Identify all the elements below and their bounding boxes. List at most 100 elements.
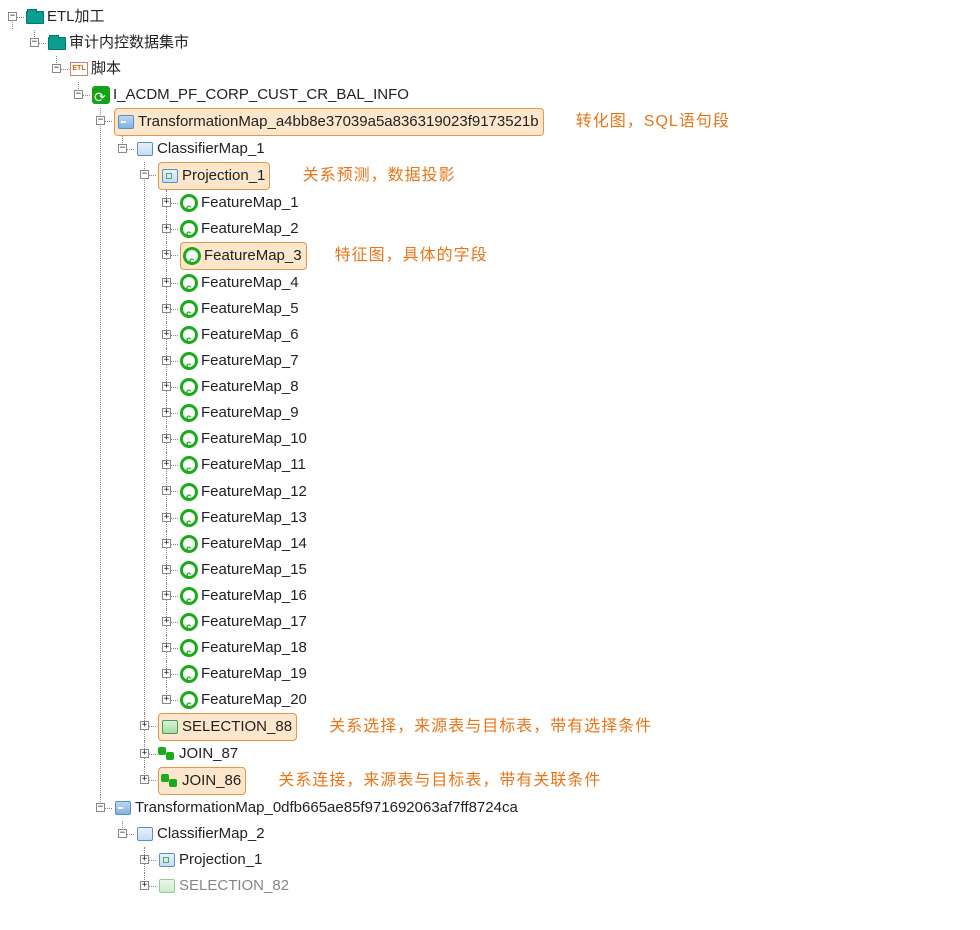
tree-node-feature-map[interactable]: FeatureMap_10 [180,426,307,452]
tree-node-datamart[interactable]: 审计内控数据集市 [48,30,189,56]
tree-node-transformation-map[interactable]: TransformationMap_a4bb8e37039a5a83631902… [114,108,544,136]
toggle-expand[interactable]: + [140,749,149,758]
tree-node-transformation-map[interactable]: TransformationMap_0dfb665ae85f971692063a… [114,795,518,821]
tree-node-feature-map[interactable]: FeatureMap_9 [180,400,299,426]
node-label: JOIN_86 [182,768,241,794]
toggle-expand[interactable]: + [162,591,171,600]
tree-node-feature-map[interactable]: FeatureMap_18 [180,635,307,661]
feature-icon [180,483,198,501]
toggle-expand[interactable]: + [162,250,171,259]
toggle-collapse[interactable]: − [74,90,83,99]
node-label: FeatureMap_9 [201,400,299,426]
toggle-expand[interactable]: + [162,224,171,233]
toggle-expand[interactable]: + [162,198,171,207]
tree-node-feature-map[interactable]: FeatureMap_12 [180,479,307,505]
toggle-expand[interactable]: + [162,669,171,678]
toggle-expand[interactable]: + [162,486,171,495]
toggle-expand[interactable]: + [162,382,171,391]
node-label: FeatureMap_3 [204,243,302,269]
node-label: FeatureMap_11 [201,452,306,478]
annotation-text: 特征图，具体的字段 [335,247,488,264]
tree-node-feature-map[interactable]: FeatureMap_4 [180,270,299,296]
tree-node-feature-map[interactable]: FeatureMap_1 [180,190,299,216]
toggle-expand[interactable]: + [162,304,171,313]
tree-node-feature-map[interactable]: FeatureMap_3 [180,242,307,270]
node-label: ETL加工 [47,4,105,30]
node-label: FeatureMap_14 [201,531,307,557]
annotation-text: 关系连接，来源表与目标表，带有关联条件 [278,772,601,789]
toggle-collapse[interactable]: − [118,829,127,838]
node-label: FeatureMap_5 [201,296,299,322]
toggle-expand[interactable]: + [162,330,171,339]
node-label: FeatureMap_17 [201,609,307,635]
toggle-expand[interactable]: + [162,434,171,443]
toggle-collapse[interactable]: − [8,12,17,21]
feature-icon [180,691,198,709]
projection-icon [161,167,179,185]
tree-node-feature-map[interactable]: FeatureMap_2 [180,216,299,242]
toggle-collapse[interactable]: − [52,64,61,73]
node-label: FeatureMap_4 [201,270,299,296]
toggle-expand[interactable]: + [162,565,171,574]
node-label: 脚本 [91,56,121,82]
toggle-expand[interactable]: + [140,855,149,864]
annotation-text: 转化图，SQL语句段 [576,113,730,130]
node-label: ClassifierMap_2 [157,821,265,847]
node-label: TransformationMap_0dfb665ae85f971692063a… [135,795,518,821]
toggle-collapse[interactable]: − [96,116,105,125]
tree-node-join[interactable]: JOIN_87 [158,741,238,767]
toggle-expand[interactable]: + [162,643,171,652]
tree-node-feature-map[interactable]: FeatureMap_13 [180,505,307,531]
tree-node-feature-map[interactable]: FeatureMap_19 [180,661,307,687]
tree-node-feature-map[interactable]: FeatureMap_14 [180,531,307,557]
tree-node-classifier-map[interactable]: ClassifierMap_1 [136,136,265,162]
node-label: SELECTION_88 [182,714,292,740]
node-label: SELECTION_82 [179,873,289,899]
tree-node-selection[interactable]: SELECTION_82 [158,873,289,899]
toggle-expand[interactable]: + [140,775,149,784]
tree-node-etl-root[interactable]: ETL加工 [26,4,105,30]
tree-node-join[interactable]: JOIN_86 [158,767,246,795]
toggle-expand[interactable]: + [162,617,171,626]
join-icon [158,745,176,763]
feature-icon [180,194,198,212]
tree-node-selection[interactable]: SELECTION_88 [158,713,297,741]
tree-node-projection[interactable]: Projection_1 [158,847,262,873]
tree-node-feature-map[interactable]: FeatureMap_7 [180,348,299,374]
selection-icon [161,718,179,736]
tree-node-job[interactable]: I_ACDM_PF_CORP_CUST_CR_BAL_INFO [92,82,409,108]
toggle-expand[interactable]: + [162,460,171,469]
tree-node-feature-map[interactable]: FeatureMap_17 [180,609,307,635]
toggle-collapse[interactable]: − [30,38,39,47]
tree-node-projection[interactable]: Projection_1 [158,162,270,190]
node-label: FeatureMap_10 [201,426,307,452]
node-label: JOIN_87 [179,741,238,767]
toggle-expand[interactable]: + [162,356,171,365]
projection-icon [158,851,176,869]
tree-node-feature-map[interactable]: FeatureMap_8 [180,374,299,400]
toggle-expand[interactable]: + [140,881,149,890]
toggle-expand[interactable]: + [162,408,171,417]
tree-node-feature-map[interactable]: FeatureMap_11 [180,452,306,478]
toggle-expand[interactable]: + [162,278,171,287]
toggle-collapse[interactable]: − [96,803,105,812]
toggle-expand[interactable]: + [162,695,171,704]
tree-node-feature-map[interactable]: FeatureMap_16 [180,583,307,609]
toggle-expand[interactable]: + [162,513,171,522]
node-label: FeatureMap_16 [201,583,307,609]
feature-icon [180,456,198,474]
tree-node-feature-map[interactable]: FeatureMap_6 [180,322,299,348]
annotation-text: 关系选择，来源表与目标表，带有选择条件 [329,718,652,735]
toggle-collapse[interactable]: − [118,144,127,153]
toggle-collapse[interactable]: − [140,170,149,179]
tree-node-feature-map[interactable]: FeatureMap_20 [180,687,307,713]
toggle-expand[interactable]: + [162,539,171,548]
tree-node-feature-map[interactable]: FeatureMap_5 [180,296,299,322]
feature-icon [180,639,198,657]
classifier-icon [136,140,154,158]
tree-node-classifier-map[interactable]: ClassifierMap_2 [136,821,265,847]
feature-icon [183,247,201,265]
tree-node-script[interactable]: ETL 脚本 [70,56,121,82]
tree-node-feature-map[interactable]: FeatureMap_15 [180,557,307,583]
toggle-expand[interactable]: + [140,721,149,730]
